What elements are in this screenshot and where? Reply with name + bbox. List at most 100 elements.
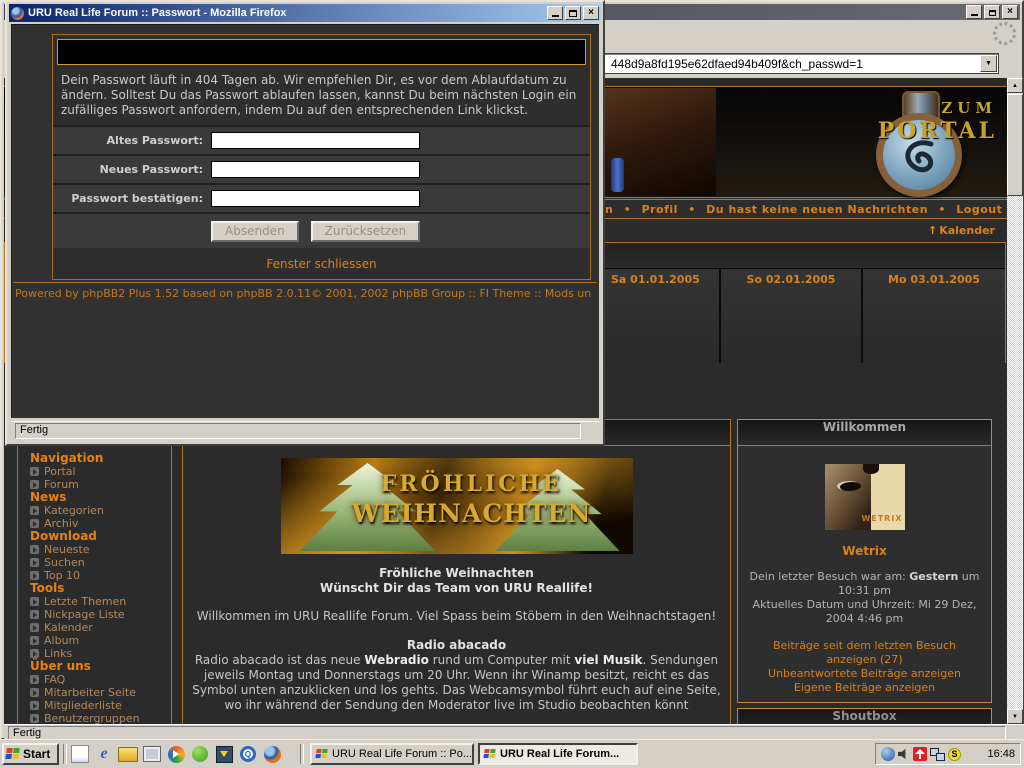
- taskbar-divider: [63, 744, 67, 764]
- sidebar-item-nickpage-liste[interactable]: Nickpage Liste: [30, 608, 171, 621]
- sidebar-item-benutzergruppen[interactable]: Benutzergruppen: [30, 712, 171, 724]
- close-button[interactable]: ×: [1002, 5, 1018, 19]
- link-new-posts[interactable]: Beiträge seit dem letzten Besuch anzeige…: [748, 639, 981, 667]
- portal-label: PORTAL: [878, 118, 997, 144]
- messenger-icon[interactable]: [190, 744, 210, 764]
- christmas-banner-image: FRÖHLICHE WEIHNACHTEN: [281, 458, 633, 554]
- password-form: Dein Passwort läuft in 404 Tagen ab. Wir…: [52, 34, 591, 280]
- quicktime-icon[interactable]: Q: [238, 744, 258, 764]
- shoutbox-panel: Shoutbox: [737, 708, 992, 724]
- network-icon[interactable]: [930, 748, 945, 761]
- submit-button[interactable]: Absenden: [211, 221, 299, 242]
- internet-explorer-icon[interactable]: e: [94, 744, 114, 764]
- nav-link-nachrichten[interactable]: Du hast keine neuen Nachrichten: [706, 203, 928, 216]
- quicktime-tray-icon[interactable]: [881, 747, 895, 761]
- arrow-bullet-icon: [30, 701, 39, 710]
- calendar-day-cell[interactable]: Mo 03.01.2005: [863, 269, 1005, 363]
- link-unanswered-posts[interactable]: Unbeantwortete Beiträge anzeigen: [748, 667, 981, 681]
- close-icon: ×: [1007, 7, 1013, 17]
- close-button[interactable]: ×: [583, 6, 599, 20]
- new-password-label: Neues Passwort:: [53, 163, 203, 176]
- sidebar-item-kategorien[interactable]: Kategorien: [30, 504, 171, 517]
- current-datetime: Aktuelles Datum und Uhrzeit: Mi 29 Dez, …: [748, 598, 981, 626]
- start-button[interactable]: Start: [2, 743, 59, 765]
- username-link[interactable]: Wetrix: [738, 544, 991, 558]
- nav-link-profil[interactable]: Profil: [642, 203, 678, 216]
- url-dropdown-button[interactable]: ▼: [980, 55, 997, 72]
- sidebar-item-suchen[interactable]: Suchen: [30, 556, 171, 569]
- zum-label: ZUM: [878, 99, 997, 117]
- firefox-icon[interactable]: [262, 744, 282, 764]
- confirm-password-input[interactable]: [211, 190, 420, 207]
- file-explorer-icon[interactable]: [118, 744, 138, 764]
- arrow-bullet-icon: [30, 675, 39, 684]
- avira-antivirus-icon[interactable]: [913, 747, 927, 761]
- sidebar-section-ueber-uns: Über uns: [30, 660, 171, 673]
- minimize-button[interactable]: [966, 5, 982, 19]
- start-label: Start: [23, 747, 50, 761]
- form-row-old-password: Altes Passwort:: [53, 125, 590, 154]
- calendar-day-label: So 02.01.2005: [747, 273, 836, 286]
- arrow-bullet-icon: [30, 649, 39, 658]
- image-viewer-icon[interactable]: [142, 744, 162, 764]
- popup-statusbar: Fertig: [11, 421, 599, 440]
- arrow-bullet-icon: [30, 519, 39, 528]
- phpbb-footer-text: Powered by phpBB2 Plus 1.52 based on php…: [15, 287, 599, 300]
- taskbar-button-main-active[interactable]: URU Real Life Forum...: [478, 743, 638, 765]
- arrow-up-icon: ↑: [928, 224, 937, 237]
- calendar-day-cell[interactable]: So 02.01.2005: [721, 269, 861, 363]
- sidebar-item-album[interactable]: Album: [30, 634, 171, 647]
- kalender-link[interactable]: ↑Kalender: [928, 224, 995, 237]
- arrow-bullet-icon: [30, 558, 39, 567]
- antivirus-status-icon[interactable]: S: [948, 748, 961, 761]
- volume-icon[interactable]: [898, 748, 910, 760]
- shoutbox-title: Shoutbox: [738, 709, 991, 724]
- zum-portal-link[interactable]: ZUM PORTAL: [878, 99, 997, 144]
- restore-button[interactable]: [984, 5, 1000, 19]
- system-tray: S 16:48: [875, 743, 1021, 765]
- arrow-bullet-icon: [30, 636, 39, 645]
- restore-icon: [989, 10, 996, 16]
- sidebar-item-mitarbeiter-seite[interactable]: Mitarbeiter Seite: [30, 686, 171, 699]
- sidebar-section-tools: Tools: [30, 582, 171, 595]
- new-password-input[interactable]: [211, 161, 420, 178]
- taskbar: Start e Q URU Real Life Forum :: Po... U…: [0, 739, 1024, 768]
- scrollbar-thumb[interactable]: [1007, 94, 1023, 196]
- scroll-up-button[interactable]: ▲: [1007, 78, 1023, 93]
- firefox-icon: [483, 749, 496, 759]
- reset-button[interactable]: Zurücksetzen: [311, 221, 421, 242]
- editor-icon[interactable]: [70, 744, 90, 764]
- sidebar-item-faq[interactable]: FAQ: [30, 673, 171, 686]
- fenster-schliessen-link[interactable]: Fenster schliessen: [266, 257, 376, 271]
- chevron-down-icon: ▼: [985, 60, 992, 67]
- avatar: WETRIX: [825, 464, 905, 530]
- sidebar-item-portal[interactable]: Portal: [30, 465, 171, 478]
- arrow-bullet-icon: [30, 714, 39, 723]
- popup-titlebar[interactable]: URU Real Life Forum :: Passwort - Mozill…: [9, 4, 601, 22]
- sidebar-item-neueste[interactable]: Neueste: [30, 543, 171, 556]
- sidebar-item-letzte-themen[interactable]: Letzte Themen: [30, 595, 171, 608]
- willkommen-title: Willkommen: [738, 420, 991, 446]
- sidebar-item-kalender[interactable]: Kalender: [30, 621, 171, 634]
- scroll-down-button[interactable]: ▼: [1007, 709, 1023, 724]
- sidebar-item-mitgliederliste[interactable]: Mitgliederliste: [30, 699, 171, 712]
- password-popup-window: URU Real Life Forum :: Passwort - Mozill…: [5, 0, 605, 446]
- radio-abacado-title: Radio abacado: [183, 638, 730, 652]
- task-button-label: URU Real Life Forum :: Po...: [332, 748, 472, 760]
- old-password-input[interactable]: [211, 132, 420, 149]
- willkommen-panel: Willkommen WETRIX Wetrix Dein letzter Be…: [737, 419, 992, 703]
- media-player-icon[interactable]: [166, 744, 186, 764]
- minimize-button[interactable]: [547, 6, 563, 20]
- vertical-scrollbar[interactable]: ▲ ▼: [1007, 78, 1023, 724]
- last-visit-info: Dein letzter Besuch war am: Gestern um 1…: [748, 570, 981, 626]
- maximize-button[interactable]: [565, 6, 581, 20]
- taskbar-button-popup[interactable]: URU Real Life Forum :: Po...: [310, 743, 474, 765]
- download-manager-icon[interactable]: [214, 744, 234, 764]
- arrow-bullet-icon: [30, 480, 39, 489]
- url-value: 448d9a8fd195e62dfaed94b409f&ch_passwd=1: [611, 57, 863, 71]
- nav-link-logout[interactable]: Logout [ Wetrix ]: [956, 203, 1007, 216]
- popup-page: Dein Passwort läuft in 404 Tagen ab. Wir…: [11, 24, 599, 418]
- link-own-posts[interactable]: Eigene Beiträge anzeigen: [748, 681, 981, 695]
- taskbar-clock: 16:48: [987, 748, 1015, 760]
- arrow-bullet-icon: [30, 610, 39, 619]
